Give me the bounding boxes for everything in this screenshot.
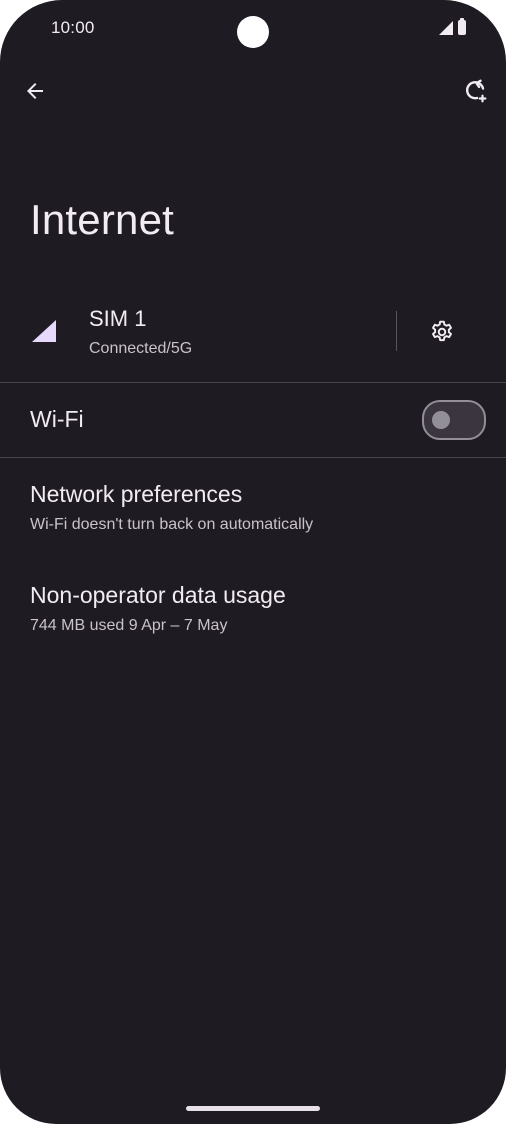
navigation-handle[interactable] xyxy=(186,1106,320,1111)
wifi-toggle[interactable] xyxy=(422,400,486,440)
item-title: Network preferences xyxy=(30,481,243,507)
phone-screen: 10:00 Internet SIM 1 Connected/5G Wi-Fi … xyxy=(0,0,506,1124)
page-title: Internet xyxy=(30,196,175,243)
vertical-divider xyxy=(396,311,397,351)
item-title: Non-operator data usage xyxy=(30,582,286,608)
wifi-label: Wi-Fi xyxy=(30,406,84,432)
gear-icon xyxy=(432,320,452,342)
battery-icon xyxy=(458,18,466,35)
cellular-signal-icon xyxy=(32,320,56,342)
status-icons xyxy=(439,18,466,35)
status-time: 10:00 xyxy=(51,18,95,37)
item-subtitle: Wi-Fi doesn't turn back on automatically xyxy=(30,516,314,533)
refresh-icon xyxy=(466,79,487,103)
data-usage-item[interactable]: Non-operator data usage 744 MB used 9 Ap… xyxy=(0,582,506,652)
sim-title: SIM 1 xyxy=(89,306,147,331)
network-preferences-item[interactable]: Network preferences Wi-Fi doesn't turn b… xyxy=(0,481,506,551)
sim-settings-button[interactable] xyxy=(422,312,462,352)
back-button[interactable] xyxy=(15,71,55,111)
signal-icon xyxy=(439,21,453,35)
divider xyxy=(0,382,506,383)
divider xyxy=(0,457,506,458)
refresh-button[interactable] xyxy=(456,71,496,111)
wifi-item[interactable]: Wi-Fi xyxy=(0,384,506,456)
camera-cutout xyxy=(237,16,269,48)
sim-item[interactable]: SIM 1 Connected/5G xyxy=(0,296,506,380)
toggle-knob xyxy=(432,411,450,429)
sim-status: Connected/5G xyxy=(89,340,193,357)
item-subtitle: 744 MB used 9 Apr – 7 May xyxy=(30,617,228,634)
arrow-back-icon xyxy=(27,83,43,99)
